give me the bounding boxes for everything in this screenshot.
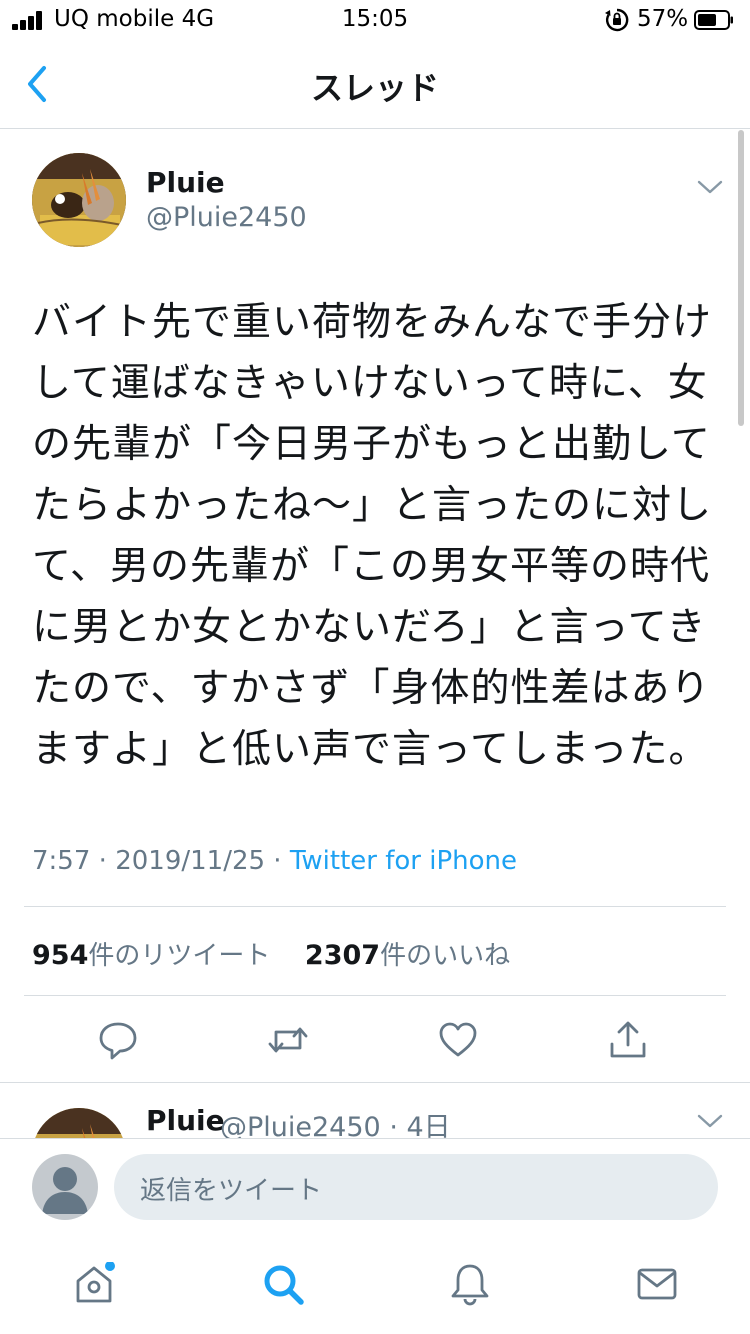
current-user-avatar[interactable] bbox=[32, 1154, 98, 1220]
retweet-stat[interactable]: 954件のリツイート bbox=[32, 940, 271, 971]
battery-percentage: 57% bbox=[637, 6, 689, 32]
tweet-source-link[interactable]: Twitter for iPhone bbox=[290, 846, 517, 876]
tweet-text: バイト先で重い荷物をみんなで手分けして運ばなきゃいけないって時に、女の先輩が「今… bbox=[32, 300, 713, 772]
default-user-icon bbox=[42, 1167, 88, 1214]
reply-icon[interactable] bbox=[98, 1020, 138, 1060]
messages-envelope-icon[interactable] bbox=[635, 1262, 679, 1306]
tweet-meta: 7:57 · 2019/11/25 · Twitter for iPhone bbox=[32, 846, 518, 876]
home-icon[interactable] bbox=[72, 1262, 116, 1306]
reply-author-name[interactable]: Pluie bbox=[146, 1104, 225, 1137]
like-heart-icon[interactable] bbox=[438, 1020, 478, 1060]
chevron-down-icon[interactable] bbox=[697, 1113, 723, 1129]
stats-divider bbox=[24, 995, 726, 996]
actions-divider bbox=[0, 1082, 750, 1083]
like-count: 2307 bbox=[304, 940, 381, 971]
status-bar: UQ mobile 4G 15:05 57% bbox=[0, 0, 750, 40]
avatar[interactable] bbox=[32, 153, 126, 247]
battery-icon bbox=[694, 10, 733, 30]
nav-divider bbox=[0, 128, 750, 129]
search-icon[interactable] bbox=[261, 1262, 305, 1306]
page-title: スレッド bbox=[310, 69, 439, 107]
retweet-count: 954 bbox=[32, 940, 89, 971]
notification-dot bbox=[105, 1262, 115, 1271]
tweet-date: 2019/11/25 bbox=[115, 846, 266, 876]
meta-divider bbox=[24, 906, 726, 907]
author-handle[interactable]: @Pluie2450 bbox=[146, 202, 307, 233]
tweet-stats: 954件のリツイート 2307件のいいね bbox=[32, 935, 510, 972]
orientation-lock-icon bbox=[605, 8, 629, 32]
tweet-time: 7:57 bbox=[32, 846, 91, 876]
avatar-food-image bbox=[32, 153, 126, 247]
like-label: 件のいいね bbox=[380, 941, 511, 971]
author-name[interactable]: Pluie bbox=[146, 166, 225, 199]
bell-icon[interactable] bbox=[448, 1262, 492, 1306]
share-icon[interactable] bbox=[608, 1020, 648, 1060]
retweet-label: 件のリツイート bbox=[88, 941, 271, 971]
like-stat[interactable]: 2307件のいいね bbox=[304, 940, 511, 971]
scroll-indicator[interactable] bbox=[738, 130, 744, 426]
chevron-down-icon[interactable] bbox=[697, 179, 723, 195]
retweet-icon[interactable] bbox=[268, 1020, 308, 1060]
reply-input-placeholder: 返信をツイート bbox=[140, 1176, 323, 1206]
